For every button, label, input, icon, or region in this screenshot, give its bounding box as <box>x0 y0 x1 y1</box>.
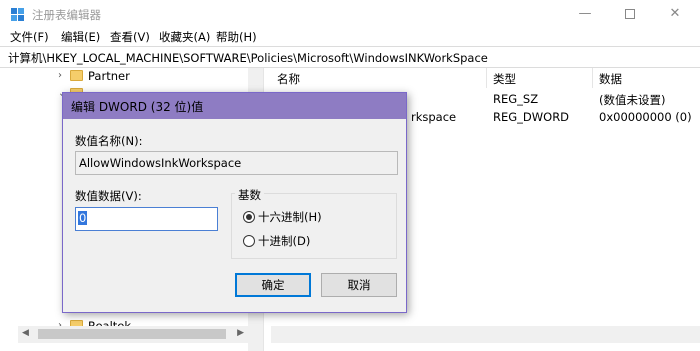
radio-selected-dot <box>246 214 252 220</box>
dialog-title-bar[interactable]: 编辑 DWORD (32 位)值 <box>63 93 406 119</box>
radio-decimal-label: 十进制(D) <box>258 234 311 248</box>
menu-edit[interactable]: 编辑(E) <box>61 29 100 45</box>
window-title: 注册表编辑器 <box>32 8 101 22</box>
ok-button[interactable]: 确定 <box>235 273 311 297</box>
tree-item-label: Partner <box>88 69 130 83</box>
maximize-icon <box>625 8 635 19</box>
dialog-title: 编辑 DWORD (32 位)值 <box>71 100 204 114</box>
value-name-label: 数值名称(N): <box>75 134 143 148</box>
maximize-button[interactable] <box>607 0 653 28</box>
menu-bar: 文件(F) 编辑(E) 查看(V) 收藏夹(A) 帮助(H) <box>0 28 700 46</box>
radio-hex-label: 十六进制(H) <box>258 210 322 224</box>
list-horizontal-scrollbar[interactable] <box>271 326 700 343</box>
address-path[interactable]: 计算机\HKEY_LOCAL_MACHINE\SOFTWARE\Policies… <box>8 50 488 66</box>
list-cell-data: (数值未设置) <box>599 93 666 107</box>
value-data-input[interactable]: 0 <box>75 207 218 231</box>
list-cell-name[interactable]: rkspace <box>411 110 456 124</box>
chevron-right-icon[interactable]: › <box>58 70 68 84</box>
value-name-field: AllowWindowsInkWorkspace <box>75 151 398 175</box>
list-cell-data: 0x00000000 (0) <box>599 110 692 124</box>
minimize-button[interactable]: — <box>562 0 608 28</box>
regedit-app-icon <box>11 8 24 21</box>
menu-view[interactable]: 查看(V) <box>110 29 150 45</box>
menu-help[interactable]: 帮助(H) <box>216 29 257 45</box>
base-group-title: 基数 <box>235 187 264 203</box>
radio-decimal-circle[interactable] <box>243 235 255 247</box>
scroll-left-icon[interactable]: ◀ <box>22 328 29 338</box>
title-bar: 注册表编辑器 — ✕ <box>0 0 700 28</box>
minimize-icon: — <box>578 6 592 21</box>
value-data-text: 0 <box>78 211 88 225</box>
menu-favorites[interactable]: 收藏夹(A) <box>159 29 210 45</box>
column-header-data[interactable]: 数据 <box>593 68 700 88</box>
scroll-right-icon[interactable]: ▶ <box>237 328 244 338</box>
address-bar[interactable]: 计算机\HKEY_LOCAL_MACHINE\SOFTWARE\Policies… <box>0 46 700 68</box>
folder-icon <box>70 70 83 81</box>
scrollbar-thumb[interactable] <box>38 329 226 339</box>
column-header-name[interactable]: 名称 <box>271 68 487 88</box>
tree-horizontal-scrollbar[interactable]: ◀ ▶ <box>18 326 248 343</box>
edit-dword-dialog: 编辑 DWORD (32 位)值 数值名称(N): AllowWindowsIn… <box>62 92 407 313</box>
close-icon: ✕ <box>669 6 681 21</box>
close-button[interactable]: ✕ <box>652 0 698 28</box>
tree-item[interactable]: › Partner <box>0 68 248 86</box>
list-cell-type: REG_SZ <box>493 92 539 106</box>
radio-hex-circle[interactable] <box>243 211 255 223</box>
cancel-button[interactable]: 取消 <box>321 273 397 297</box>
column-header-type[interactable]: 类型 <box>487 68 593 88</box>
value-data-label: 数值数据(V): <box>75 189 142 203</box>
list-cell-type: REG_DWORD <box>493 110 570 124</box>
menu-file[interactable]: 文件(F) <box>10 29 49 45</box>
